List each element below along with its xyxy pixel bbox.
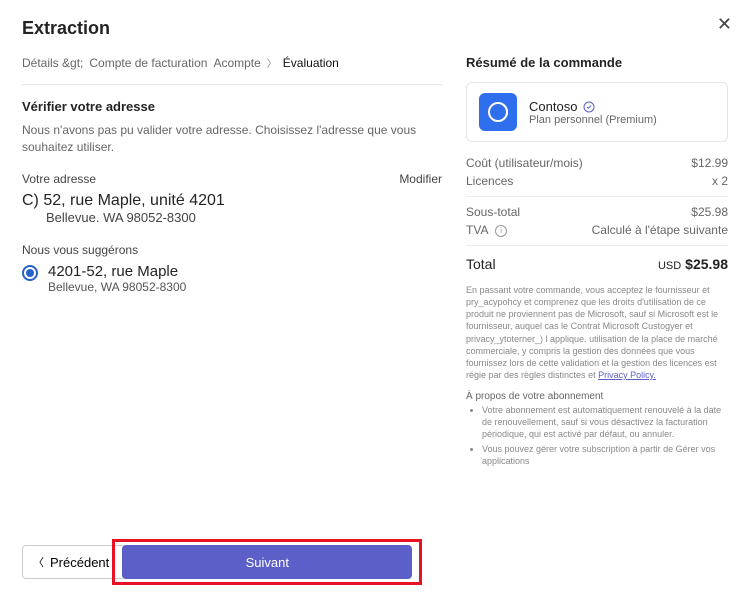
verify-address-description: Nous n'avons pas pu valider votre adress… xyxy=(22,122,442,156)
next-button[interactable]: Suivant xyxy=(122,545,412,579)
modify-address-button[interactable]: Modifier xyxy=(399,172,442,186)
breadcrumb-step-evaluation: Évaluation xyxy=(283,56,339,70)
entered-address: C) 52, rue Maple, unité 4201 Bellevue. W… xyxy=(22,192,442,225)
licenses-label: Licences xyxy=(466,174,513,188)
close-button[interactable]: ✕ xyxy=(717,14,732,35)
subtotal-label: Sous-total xyxy=(466,205,520,219)
radio-selected-icon[interactable] xyxy=(22,265,38,281)
suggested-address-option[interactable]: 4201-52, rue Maple Bellevue, WA 98052-83… xyxy=(22,263,442,294)
entered-address-line1: C) 52, rue Maple, unité 4201 xyxy=(22,192,442,210)
legal-text: En passant votre commande, vous acceptez… xyxy=(466,284,728,381)
suggested-address-line2: Bellevue, WA 98052-8300 xyxy=(48,280,186,294)
verify-address-heading: Vérifier votre adresse xyxy=(22,99,442,114)
total-value: $25.98 xyxy=(685,256,728,272)
product-name: Contoso xyxy=(529,99,577,114)
product-plan: Plan personnel (Premium) xyxy=(529,114,657,126)
divider xyxy=(22,84,442,85)
previous-button-label: Précédent xyxy=(50,555,109,570)
breadcrumb-step-acompte[interactable]: Acompte xyxy=(213,56,260,70)
left-panel: Détails &gt; Compte de facturation Acomp… xyxy=(22,55,442,579)
about-item: Votre abonnement est automatiquement ren… xyxy=(482,404,728,440)
your-address-label: Votre adresse xyxy=(22,172,96,186)
total-currency: USD xyxy=(658,260,681,272)
breadcrumb-step-billing[interactable]: Compte de facturation xyxy=(89,56,207,70)
breadcrumb: Détails &gt; Compte de facturation Acomp… xyxy=(22,55,442,70)
vat-value: Calculé à l'étape suivante xyxy=(592,223,728,237)
checkout-modal: ✕ Extraction Détails &gt; Compte de fact… xyxy=(0,0,750,600)
divider xyxy=(466,245,728,246)
privacy-policy-link[interactable]: Privacy Policy. xyxy=(598,370,656,380)
info-icon[interactable]: i xyxy=(495,225,507,237)
order-summary-heading: Résumé de la commande xyxy=(466,55,728,70)
divider xyxy=(466,196,728,197)
about-subscription-heading: À propos de votre abonnement xyxy=(466,391,728,402)
licenses-value: x 2 xyxy=(712,174,728,188)
total-label: Total xyxy=(466,256,496,272)
suggested-address-label: Nous vous suggérons xyxy=(22,243,442,257)
order-summary-panel: Résumé de la commande Contoso Plan perso… xyxy=(442,55,728,579)
cost-value: $12.99 xyxy=(691,156,728,170)
app-icon xyxy=(479,93,517,131)
product-card: Contoso Plan personnel (Premium) xyxy=(466,82,728,142)
suggested-address-line1: 4201-52, rue Maple xyxy=(48,263,186,280)
breadcrumb-step-details[interactable]: Détails &gt; xyxy=(22,56,83,70)
chevron-left-icon: 〈 xyxy=(33,554,44,570)
about-item: Vous pouvez gérer votre subscription à p… xyxy=(482,443,728,467)
about-subscription-list: Votre abonnement est automatiquement ren… xyxy=(466,404,728,467)
previous-button[interactable]: 〈 Précédent xyxy=(22,545,126,579)
modal-title: Extraction xyxy=(22,18,728,39)
verified-badge-icon xyxy=(583,100,595,112)
chevron-right-icon: 〉 xyxy=(267,55,277,70)
entered-address-line2: Bellevue. WA 98052-8300 xyxy=(22,210,442,225)
subtotal-value: $25.98 xyxy=(691,205,728,219)
wizard-footer: 〈 Précédent Suivant xyxy=(22,533,442,579)
vat-label: TVA xyxy=(466,223,488,237)
cost-label: Coût (utilisateur/mois) xyxy=(466,156,583,170)
